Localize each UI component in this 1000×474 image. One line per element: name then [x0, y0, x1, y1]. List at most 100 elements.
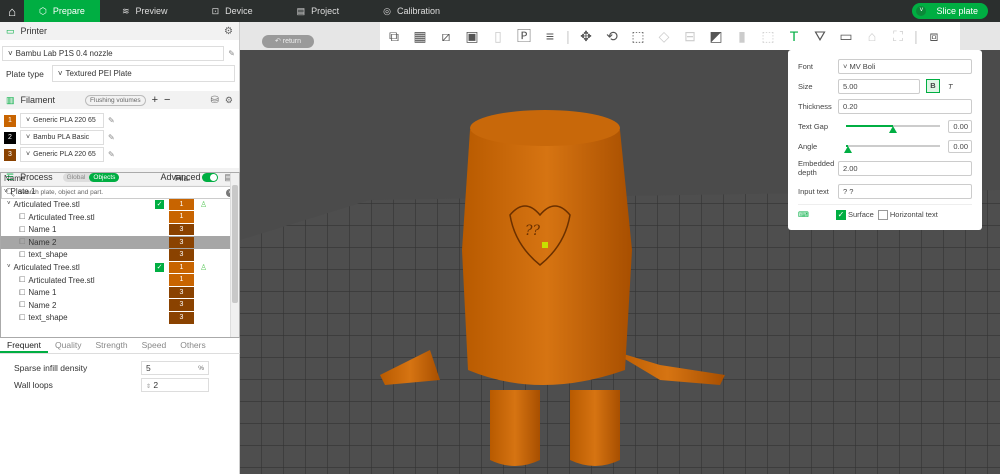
tab-prepare[interactable]: ⬡ Prepare	[24, 0, 100, 22]
tab-calibration[interactable]: ◎ Calibration	[361, 0, 462, 22]
svg-text:??: ??	[525, 223, 541, 239]
tab-quality[interactable]: Quality	[48, 340, 88, 353]
boolean-icon[interactable]: ◩	[706, 28, 726, 45]
sync-icon[interactable]: ⛁	[211, 95, 219, 106]
filament-badge[interactable]: 1	[169, 261, 194, 274]
tree-row[interactable]: ⧠ Name 13	[1, 286, 239, 299]
filament-badge[interactable]: 3	[169, 312, 194, 324]
home-icon[interactable]: ⌂	[0, 0, 24, 22]
measure-icon[interactable]: ▭	[836, 28, 856, 45]
scrollbar[interactable]	[230, 173, 239, 337]
tree-row[interactable]: ⧠ Name 23	[1, 235, 239, 249]
filament-badge[interactable]: 1	[169, 274, 194, 286]
filament-select[interactable]: ˅ Generic PLA 220 65	[20, 113, 104, 128]
embedded-depth-input[interactable]: 2.00	[838, 160, 972, 176]
filament-badge[interactable]: 3	[169, 286, 194, 299]
thickness-input[interactable]: 0.20	[838, 98, 972, 114]
chevron-down-icon[interactable]: ˅	[7, 201, 11, 207]
text-gap-input[interactable]: 0.00	[948, 119, 972, 133]
gear-icon[interactable]: ⚙	[225, 95, 233, 106]
edit-icon[interactable]: ✎	[228, 49, 235, 58]
tree-row[interactable]: ⧠ Name 13	[1, 223, 239, 236]
tree-row[interactable]: ⧠ Name 23	[1, 299, 239, 312]
assembly-icon[interactable]: ⌂	[862, 28, 882, 44]
tab-device[interactable]: ⊡ Device	[190, 0, 275, 22]
flushing-volumes-button[interactable]: Flushing volumes	[85, 94, 146, 106]
slice-plate-button[interactable]: ˅ Slice plate	[912, 3, 988, 19]
bold-button[interactable]: B	[926, 79, 940, 93]
tab-strength[interactable]: Strength	[89, 340, 135, 353]
filament-badge[interactable]: 1	[169, 211, 194, 223]
italic-button[interactable]: T	[948, 82, 953, 91]
filament-select[interactable]: ˅ Generic PLA 220 65	[20, 147, 104, 162]
filament-badge[interactable]: 3	[169, 223, 194, 236]
keyboard-icon[interactable]: ⌨	[798, 210, 836, 219]
tree-row[interactable]: ˅ Articulated Tree.stl ✓ ♙ 1	[1, 261, 239, 274]
chevron-down-icon[interactable]: ˅	[916, 6, 927, 16]
text-gap-slider[interactable]	[846, 125, 940, 133]
angle-input[interactable]: 0.00	[948, 139, 972, 153]
cut-icon[interactable]: ⊟	[680, 28, 700, 45]
plate-icon[interactable]: ▯	[488, 28, 508, 45]
filament-badge[interactable]: 3	[169, 236, 194, 249]
add-object-icon[interactable]: ⧉	[384, 28, 404, 45]
assembly-view-icon[interactable]: ⧈	[924, 28, 944, 45]
size-input[interactable]: 5.00	[838, 78, 920, 94]
layers-icon[interactable]: ≡	[540, 28, 560, 44]
color-paint-icon[interactable]: ⛛	[810, 28, 830, 45]
wall-loops-stepper[interactable]: ⇕ 2	[141, 378, 209, 392]
input-text-field[interactable]: ? ?	[838, 183, 972, 199]
tree-row[interactable]: ˅ Articulated Tree.stl ✓ ♙ 1	[1, 198, 239, 211]
gear-icon[interactable]: ⚙	[224, 26, 233, 37]
tab-others[interactable]: Others	[173, 340, 213, 353]
return-button[interactable]: ↶ return	[262, 35, 314, 48]
tab-preview[interactable]: ≋ Preview	[100, 0, 190, 22]
visible-checkbox[interactable]: ✓	[155, 262, 164, 272]
object-list: Name Fila. ˅ Plate 1 ˅ Articulated Tree.stl ✓…	[0, 172, 240, 338]
horizontal-text-checkbox[interactable]	[877, 209, 888, 220]
filament-badge[interactable]: 3	[169, 249, 194, 261]
remove-icon[interactable]: −	[164, 94, 170, 106]
support-paint-icon[interactable]: ▮	[732, 28, 752, 45]
move-icon[interactable]: ✥	[576, 28, 596, 45]
tab-project[interactable]: ▤ Project	[275, 0, 362, 22]
filament-badge[interactable]: 3	[169, 299, 194, 311]
filament-select[interactable]: ˅ Bambu PLA Basic	[20, 130, 104, 145]
paint-icon[interactable]: ♙	[200, 263, 207, 272]
split-plate-icon[interactable]: 🄿	[514, 26, 534, 46]
tab-speed[interactable]: Speed	[135, 340, 174, 353]
plate-type-select[interactable]: ˅ Textured PEI Plate	[51, 65, 235, 82]
scale-icon[interactable]: ⬚	[628, 28, 648, 45]
rotate-icon[interactable]: ⟲	[602, 28, 622, 45]
sparse-infill-input[interactable]: 5%	[141, 361, 209, 375]
add-plate-icon[interactable]: ▦	[410, 28, 430, 45]
tree-row[interactable]: ⧠ Articulated Tree.stl 1	[1, 274, 239, 287]
lay-on-face-icon[interactable]: ◇	[654, 28, 674, 45]
tab-frequent[interactable]: Frequent	[0, 340, 49, 353]
add-icon[interactable]: +	[152, 94, 158, 106]
chevron-down-icon[interactable]: ˅	[7, 264, 11, 270]
chevron-down-icon[interactable]: ˅	[4, 189, 8, 195]
arrange-icon[interactable]: ▣	[462, 28, 482, 45]
simplify-icon[interactable]: ⛶	[888, 28, 908, 45]
paint-icon[interactable]: ♙	[200, 200, 207, 209]
surface-checkbox[interactable]: ✓	[836, 209, 846, 220]
angle-slider[interactable]	[843, 145, 940, 153]
part-icon: ⧠	[19, 287, 26, 297]
tree-row[interactable]: ⧠ text_shape 3	[1, 249, 239, 262]
printer-preset-select[interactable]: ˅ Bambu Lab P1S 0.4 nozzle	[2, 46, 225, 61]
edit-icon[interactable]: ✎	[108, 133, 115, 142]
auto-orient-icon[interactable]: ⧄	[436, 28, 456, 45]
text-icon[interactable]: T	[784, 28, 804, 44]
edit-icon[interactable]: ✎	[108, 150, 115, 159]
tree-row[interactable]: ⧠ text_shape 3	[1, 312, 239, 325]
seam-icon[interactable]: ⬚	[758, 28, 778, 45]
edit-icon[interactable]: ✎	[108, 116, 115, 125]
tree-row[interactable]: ⧠ Articulated Tree.stl 1	[1, 211, 239, 224]
filament-slot-2: 2 ˅ Bambu PLA Basic ✎	[4, 130, 118, 145]
font-select[interactable]: ˅ MV Boli	[838, 58, 972, 74]
visible-checkbox[interactable]: ✓	[155, 199, 164, 209]
tree-row[interactable]: ˅ Plate 1	[1, 186, 239, 199]
part-icon: ⧠	[19, 212, 26, 222]
filament-badge[interactable]: 1	[169, 198, 194, 211]
